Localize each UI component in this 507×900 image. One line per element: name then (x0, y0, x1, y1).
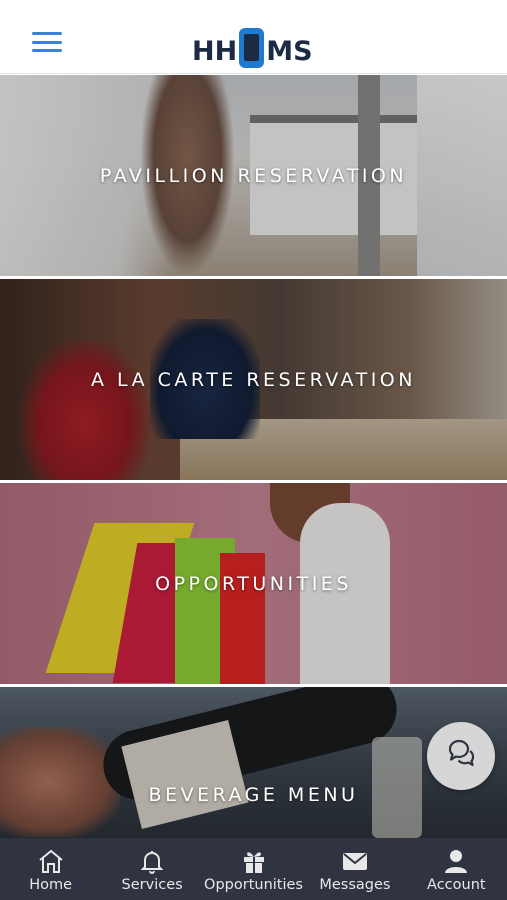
bottom-tab-bar: Home Services Opportunities Messages Acc… (0, 838, 507, 900)
hamburger-menu-icon[interactable] (32, 32, 62, 52)
tile-label: BEVERAGE MENU (148, 784, 359, 806)
user-icon (442, 848, 470, 874)
bell-icon (138, 848, 166, 874)
chat-bubbles-icon (448, 739, 475, 767)
hhoms-logo: HH MS (192, 22, 313, 68)
tile-label: PAVILLION RESERVATION (99, 164, 408, 187)
envelope-icon (341, 848, 369, 874)
tab-label: Account (427, 877, 486, 893)
tab-home[interactable]: Home (0, 838, 101, 900)
home-icon (37, 848, 65, 874)
chat-button[interactable] (427, 722, 495, 790)
tile-label: OPPORTUNITIES (155, 572, 352, 595)
tile-label: A LA CARTE RESERVATION (91, 368, 416, 391)
tab-label: Home (29, 877, 73, 893)
tab-account[interactable]: Account (406, 838, 507, 900)
gift-icon (240, 848, 268, 874)
phone-logo-icon (239, 28, 265, 68)
tab-label: Opportunities (204, 877, 303, 893)
tab-opportunities[interactable]: Opportunities (203, 838, 304, 900)
tab-messages[interactable]: Messages (304, 838, 405, 900)
tile-opportunities[interactable]: OPPORTUNITIES (0, 483, 507, 684)
tile-a-la-carte-reservation[interactable]: A LA CARTE RESERVATION (0, 279, 507, 480)
tab-services[interactable]: Services (101, 838, 202, 900)
app-header: HH MS (0, 0, 507, 74)
tab-label: Services (121, 877, 183, 893)
tab-label: Messages (319, 877, 391, 893)
tile-pavillion-reservation[interactable]: PAVILLION RESERVATION (0, 75, 507, 276)
